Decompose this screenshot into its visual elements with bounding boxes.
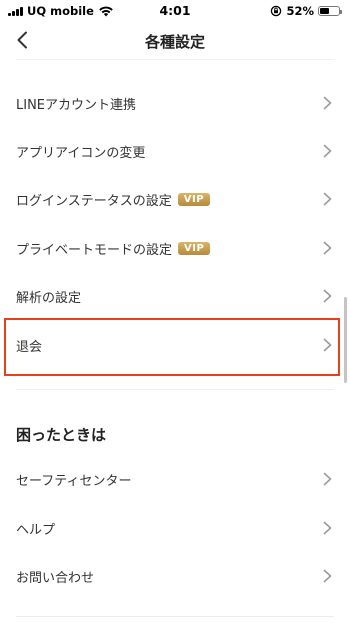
chevron-right-icon bbox=[323, 569, 332, 583]
setting-label: ログインステータスの設定 bbox=[16, 193, 172, 209]
setting-row-app-icon[interactable]: アプリアイコンの変更 bbox=[0, 127, 350, 175]
scrollbar[interactable] bbox=[344, 297, 347, 383]
setting-row-analytics[interactable]: 解析の設定 bbox=[0, 272, 350, 320]
chevron-right-icon bbox=[323, 521, 332, 535]
navigation-bar: 各種設定 bbox=[0, 22, 350, 58]
help-label: ヘルプ bbox=[16, 522, 56, 538]
section-divider bbox=[16, 389, 334, 390]
setting-row-private-mode[interactable]: プライベートモードの設定 VIP bbox=[0, 224, 350, 272]
chevron-right-icon bbox=[323, 144, 332, 158]
help-row-help[interactable]: ヘルプ bbox=[0, 504, 350, 552]
chevron-right-icon bbox=[323, 472, 332, 486]
divider bbox=[16, 59, 334, 60]
status-bar: UQ mobile 4:01 52% bbox=[0, 0, 350, 22]
help-row-safety-center[interactable]: セーフティセンター bbox=[0, 455, 350, 503]
rotation-lock-icon bbox=[271, 5, 282, 17]
vip-badge: VIP bbox=[178, 241, 211, 255]
settings-screen: UQ mobile 4:01 52% 各種設定 LINEアカウント連携 アプリア… bbox=[0, 0, 350, 623]
divider bbox=[16, 616, 334, 617]
chevron-right-icon bbox=[323, 192, 332, 206]
chevron-right-icon bbox=[323, 96, 332, 110]
setting-label: 退会 bbox=[16, 339, 43, 355]
setting-row-withdraw[interactable]: 退会 bbox=[0, 321, 350, 369]
section-heading: 困ったときは bbox=[16, 426, 107, 444]
setting-label: LINEアカウント連携 bbox=[16, 97, 137, 113]
chevron-right-icon bbox=[323, 289, 332, 303]
setting-row-line-account[interactable]: LINEアカウント連携 bbox=[0, 79, 350, 127]
status-right: 52% bbox=[270, 4, 342, 18]
page-title: 各種設定 bbox=[144, 33, 205, 51]
setting-label: アプリアイコンの変更 bbox=[16, 145, 146, 161]
setting-label: プライベートモードの設定 bbox=[16, 242, 173, 258]
setting-row-login-status[interactable]: ログインステータスの設定 VIP bbox=[0, 175, 350, 223]
help-row-contact[interactable]: お問い合わせ bbox=[0, 552, 350, 600]
help-label: お問い合わせ bbox=[16, 570, 95, 586]
battery-percent: 52% bbox=[286, 4, 314, 18]
chevron-right-icon bbox=[323, 338, 332, 352]
battery-icon bbox=[318, 6, 342, 16]
setting-label: 解析の設定 bbox=[16, 290, 82, 306]
help-label: セーフティセンター bbox=[16, 473, 132, 489]
battery-level-fill bbox=[320, 8, 330, 14]
chevron-right-icon bbox=[323, 241, 332, 255]
vip-badge: VIP bbox=[177, 192, 211, 206]
